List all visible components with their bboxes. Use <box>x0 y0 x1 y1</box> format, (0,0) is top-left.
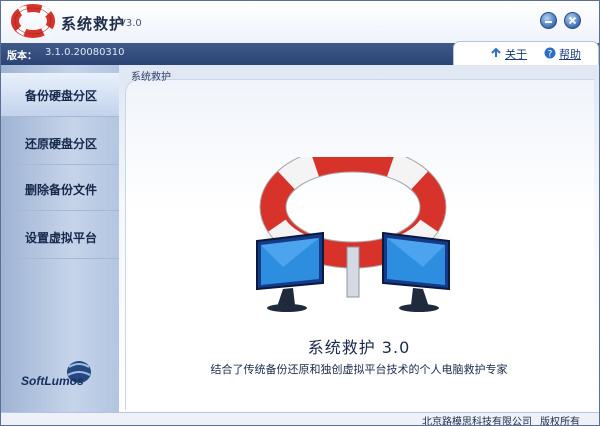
main-panel: 系统救护 系统救护 3.0 结合了传统备份还原和独创虚拟平台技术的个人电脑救护专… <box>119 65 599 412</box>
help-link[interactable]: 帮助 <box>559 46 581 62</box>
title-bar[interactable]: 系统救护 V3.0 <box>1 1 599 43</box>
copyright-label: 版权所有 <box>540 417 580 426</box>
sidebar: 备份硬盘分区 还原硬盘分区 删除备份文件 设置虚拟平台 SoftLumos <box>1 65 119 412</box>
version-value: 3.1.0.20080310 <box>45 47 125 58</box>
sidebar-item-backup-partition[interactable]: 备份硬盘分区 <box>1 73 119 117</box>
about-link[interactable]: 关于 <box>505 46 527 62</box>
softlumos-brand-text: SoftLumos <box>21 374 84 388</box>
lifebuoy-logo-icon <box>11 4 55 38</box>
app-title: 系统救护 <box>61 15 126 33</box>
sidebar-item-restore-partition[interactable]: 还原硬盘分区 <box>1 121 119 165</box>
svg-text:?: ? <box>548 50 553 60</box>
top-links: 关于 ? 帮助 <box>453 41 599 65</box>
close-button[interactable] <box>564 12 581 29</box>
company-name: 北京路模思科技有限公司 <box>422 417 532 426</box>
close-icon <box>568 16 577 25</box>
product-name: 系统救护 3.0 <box>307 338 411 357</box>
breadcrumb: 系统救护 <box>131 72 171 83</box>
sidebar-item-virtual-platform[interactable]: 设置虚拟平台 <box>1 215 119 259</box>
minimize-icon <box>545 21 552 23</box>
status-bar: 北京路模思科技有限公司 版权所有 <box>1 412 599 426</box>
sidebar-item-label: 还原硬盘分区 <box>25 137 98 151</box>
minimize-button[interactable] <box>540 12 557 29</box>
info-arrow-icon <box>491 47 501 57</box>
sidebar-item-label: 设置虚拟平台 <box>25 231 98 245</box>
sidebar-item-delete-backup[interactable]: 删除备份文件 <box>1 167 119 211</box>
softlumos-logo: SoftLumos <box>21 361 91 388</box>
product-description: 结合了传统备份还原和独创虚拟平台技术的个人电脑救护专家 <box>210 363 508 376</box>
monitor-left-icon <box>256 231 324 312</box>
sidebar-item-label: 删除备份文件 <box>25 183 98 197</box>
monitor-right-icon <box>382 231 450 312</box>
app-window: 系统救护 V3.0 版本： 3.1.0.20080310 关于 ? 帮助 备份硬… <box>0 0 600 426</box>
version-label: 版本： <box>7 51 37 62</box>
sidebar-item-label: 备份硬盘分区 <box>25 89 98 103</box>
app-version-badge: V3.0 <box>119 18 142 29</box>
help-icon: ? <box>544 47 556 59</box>
hero-illustration <box>256 157 450 312</box>
